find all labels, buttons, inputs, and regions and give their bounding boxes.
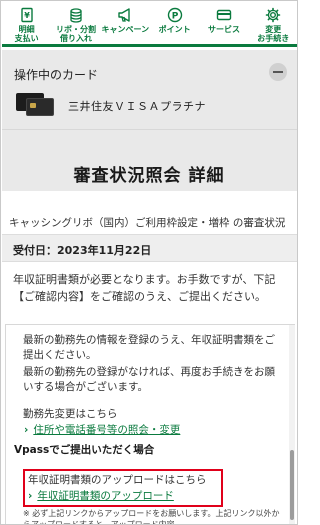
nav-revolving[interactable]: リボ・分割 借り入れ	[51, 2, 100, 44]
active-card-heading: 操作中のカード	[14, 68, 99, 82]
nav-statement[interactable]: ¥ 明細 支払い	[2, 2, 51, 44]
upload-heading: 年収証明書類のアップロードはこちら	[28, 474, 207, 486]
card-service-icon	[216, 9, 232, 21]
active-card-panel: 操作中のカード 三井住友ＶＩＳＡプラチナ	[2, 50, 297, 129]
receipt-date: 受付日：2023年11月22日	[13, 244, 152, 257]
receipt-date-bar: 受付日：2023年11月22日	[2, 234, 297, 262]
chevron-right-icon: ›	[28, 490, 33, 502]
details-paragraph-2: 最新の勤務先の登録がなければ、再度お手続きをお願いする場合がございます。	[23, 366, 275, 393]
details-paragraph-1: 最新の勤務先の情報を登録のうえ、年収証明書類をご提出ください。	[23, 334, 275, 361]
scrollbar-track[interactable]	[289, 325, 295, 524]
workplace-change-text: 勤務先変更はこちら	[23, 408, 118, 420]
scrollbar-thumb[interactable]	[290, 450, 294, 520]
upload-note: ※ 必ず上記リンクからアップロードをお願いします。上記リンク以外からアップロード…	[23, 509, 280, 525]
workplace-change-link-label: 住所や電話番号等の照会・変更	[33, 424, 181, 436]
workplace-change-link[interactable]: › 住所や電話番号等の照会・変更	[24, 423, 180, 438]
megaphone-icon	[118, 8, 131, 22]
nav-revolving-label: リボ・分割 借り入れ	[55, 25, 96, 43]
upload-link[interactable]: › 年収証明書類のアップロード	[28, 489, 174, 504]
top-navigation: ¥ 明細 支払い リボ・分割 借り入れ キャンペーン P ポイント サービス 変…	[2, 2, 297, 47]
status-notice: 年収証明書類が必要となります。お手数ですが、下記【ご確認内容】をご確認のうえ、ご…	[13, 273, 276, 303]
credit-card-icon	[16, 93, 56, 117]
nav-services-label: サービス	[207, 25, 240, 34]
card-name: 三井住友ＶＩＳＡプラチナ	[68, 100, 206, 113]
nav-services[interactable]: サービス	[199, 2, 248, 44]
vpass-heading: Vpassでご提出いただく場合	[14, 444, 155, 456]
coins-stack-icon	[70, 8, 82, 23]
nav-points-label: ポイント	[158, 25, 191, 34]
nav-points[interactable]: P ポイント	[150, 2, 199, 44]
collapse-card-button[interactable]	[269, 63, 287, 81]
document-yen-icon: ¥	[20, 7, 33, 23]
upload-link-label: 年収証明書類のアップロード	[37, 490, 174, 502]
gear-icon	[265, 7, 281, 23]
point-p-icon: P	[167, 7, 182, 23]
svg-text:P: P	[171, 12, 178, 22]
nav-settings-label: 変更 お手続き	[257, 25, 290, 43]
chevron-right-icon: ›	[24, 424, 29, 436]
details-scroll-area[interactable]: 最新の勤務先の情報を登録のうえ、年収証明書類をご提出ください。 最新の勤務先の登…	[5, 324, 295, 525]
screen: ¥ 明細 支払い リボ・分割 借り入れ キャンペーン P ポイント サービス 変…	[0, 0, 298, 525]
nav-statement-label: 明細 支払い	[14, 25, 39, 43]
page-title: 審査状況照会 詳細	[73, 166, 225, 186]
nav-settings[interactable]: 変更 お手続き	[249, 2, 297, 44]
svg-text:¥: ¥	[24, 11, 30, 20]
nav-campaign[interactable]: キャンペーン	[101, 2, 150, 44]
nav-campaign-label: キャンペーン	[101, 25, 150, 34]
